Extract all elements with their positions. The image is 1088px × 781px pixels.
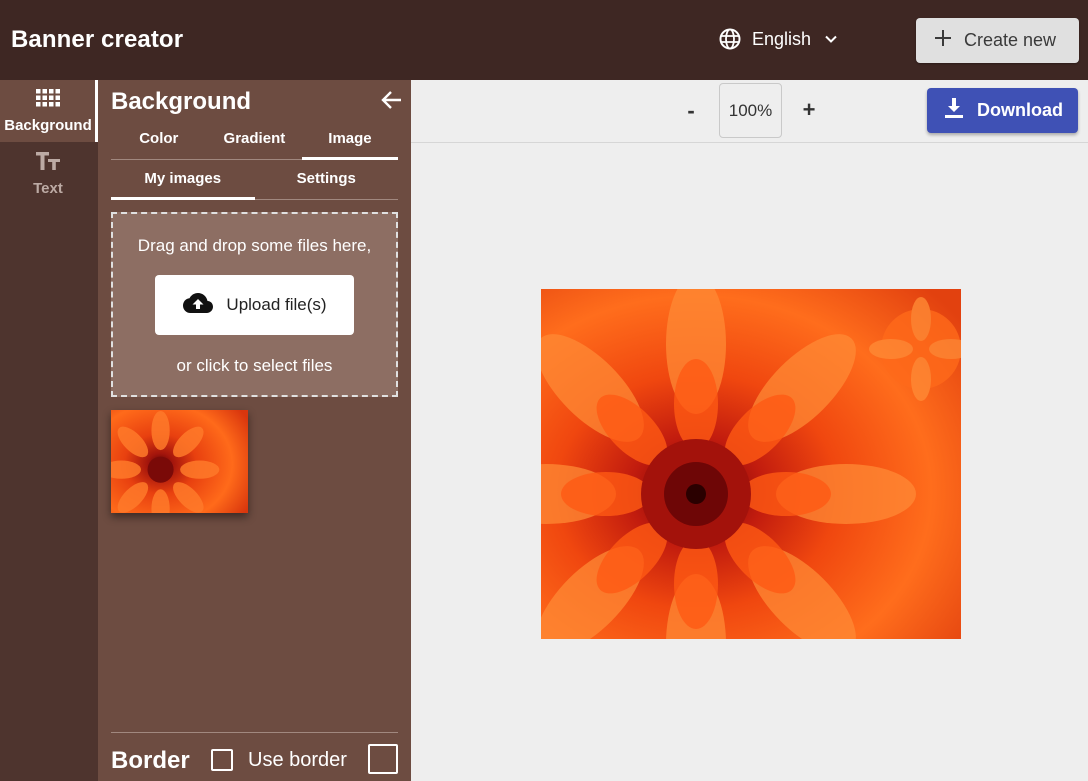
top-app-bar: Banner creator English Create new: [0, 0, 1088, 80]
dropzone-click-hint: or click to select files: [176, 356, 333, 375]
tab-image[interactable]: Image: [302, 124, 398, 160]
zoom-out-button[interactable]: -: [681, 98, 701, 124]
chevron-down-icon: [821, 29, 841, 49]
cloud-upload-icon: [182, 292, 214, 319]
language-selector[interactable]: English: [718, 27, 841, 51]
border-color-swatch[interactable]: [368, 744, 398, 774]
background-panel: Background Color Gradient Image My image…: [98, 80, 411, 781]
canvas-toolbar: - 100% + Download: [411, 80, 1088, 143]
download-button[interactable]: Download: [927, 88, 1078, 133]
border-title: Border: [111, 747, 190, 774]
back-arrow-icon[interactable]: [380, 88, 404, 117]
upload-files-button[interactable]: Upload file(s): [155, 275, 354, 335]
grid-icon: [36, 88, 60, 113]
text-size-icon: [35, 150, 61, 176]
background-tabs: Color Gradient Image: [111, 124, 398, 160]
zoom-level: 100%: [719, 83, 782, 138]
create-new-button[interactable]: Create new: [916, 18, 1079, 63]
plus-icon: [934, 29, 952, 52]
image-thumbnail[interactable]: [111, 410, 248, 513]
image-subtabs: My images Settings: [111, 164, 398, 200]
tab-my-images[interactable]: My images: [111, 164, 255, 200]
banner-preview[interactable]: [541, 289, 961, 639]
panel-title: Background: [111, 88, 252, 115]
rail-item-text[interactable]: Text: [0, 142, 96, 204]
language-label: English: [752, 28, 812, 49]
zoom-in-button[interactable]: +: [799, 97, 819, 123]
tab-gradient[interactable]: Gradient: [207, 124, 303, 159]
rail-item-label: Background: [4, 116, 92, 134]
download-icon: [945, 98, 963, 123]
left-rail: Background Text: [0, 80, 98, 781]
file-dropzone[interactable]: Drag and drop some files here, Upload fi…: [111, 212, 398, 397]
app-title: Banner creator: [11, 26, 184, 53]
rail-item-label: Text: [33, 179, 63, 197]
globe-icon: [718, 27, 742, 51]
dropzone-instructions: Drag and drop some files here,: [137, 236, 372, 255]
use-border-checkbox[interactable]: [211, 749, 233, 771]
tab-color[interactable]: Color: [111, 124, 207, 159]
upload-files-label: Upload file(s): [226, 295, 327, 314]
border-section: Border Use border: [111, 732, 398, 781]
tab-settings[interactable]: Settings: [255, 164, 399, 199]
download-label: Download: [977, 100, 1063, 120]
create-new-label: Create new: [964, 30, 1057, 50]
use-border-label: Use border: [248, 749, 347, 771]
rail-item-background[interactable]: Background: [0, 80, 98, 142]
